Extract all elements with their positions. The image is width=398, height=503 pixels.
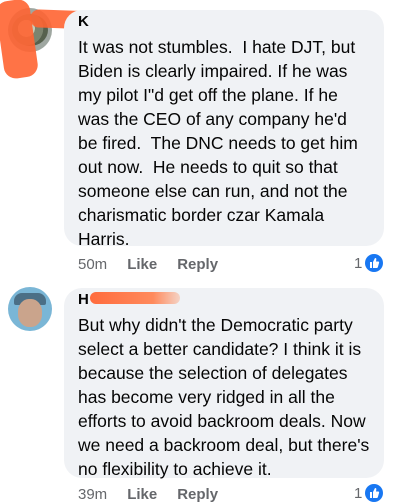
comment-bubble: H But why didn't the Democratic party se… bbox=[64, 288, 384, 479]
reply-button[interactable]: Reply bbox=[177, 256, 218, 273]
thumbs-up-icon bbox=[365, 484, 384, 502]
comment-actions: 39m Like Reply bbox=[78, 486, 218, 503]
comment-timestamp[interactable]: 39m bbox=[78, 486, 107, 503]
comment-actions: 50m Like Reply bbox=[78, 256, 218, 273]
reply-button[interactable]: Reply bbox=[177, 486, 218, 503]
comment-author-name[interactable]: K bbox=[78, 16, 89, 28]
comment-text: It was not stumbles. I hate DJT, but Bid… bbox=[78, 37, 363, 249]
comment-bubble: K It was not stumbles. I hate DJT, but B… bbox=[64, 10, 384, 249]
commenter-avatar[interactable] bbox=[8, 287, 52, 331]
comment-text: But why didn't the Democratic party sele… bbox=[78, 315, 375, 479]
reaction-count: 1 bbox=[354, 484, 363, 502]
like-button[interactable]: Like bbox=[127, 486, 157, 503]
comment-author-name[interactable]: H bbox=[78, 294, 89, 306]
reaction-count: 1 bbox=[354, 254, 363, 272]
avatar-image bbox=[18, 299, 42, 327]
reaction-summary[interactable]: 1 bbox=[348, 483, 386, 503]
reaction-summary[interactable]: 1 bbox=[348, 253, 386, 273]
redaction-mark bbox=[90, 292, 180, 304]
like-button[interactable]: Like bbox=[127, 256, 157, 273]
comment-timestamp[interactable]: 50m bbox=[78, 256, 107, 273]
thumbs-up-icon bbox=[365, 254, 384, 272]
